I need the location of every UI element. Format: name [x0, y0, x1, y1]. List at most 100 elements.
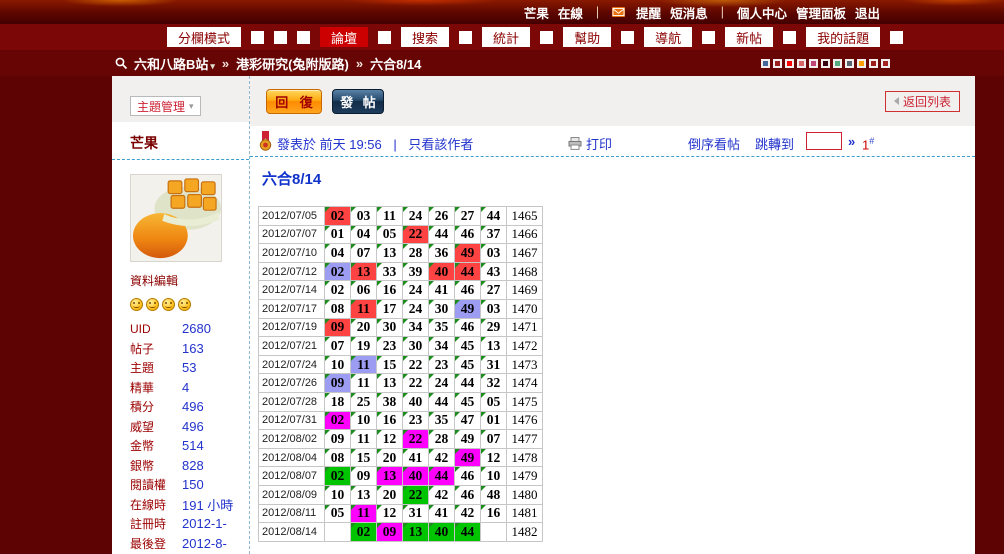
- stat-label: 帖子: [130, 340, 182, 357]
- stat-value: 514: [182, 438, 204, 453]
- topbar-logout-link[interactable]: 退出: [855, 3, 880, 22]
- number-cell: 11: [351, 504, 377, 523]
- number-cell: 42: [455, 504, 481, 523]
- post-meta-row: 發表於 前天 19:56 | 只看該作者 打印 倒序看帖 跳轉到 » 1#: [250, 126, 975, 157]
- stat-value: 2012-8-: [182, 536, 227, 551]
- issue-cell: 1476: [507, 411, 543, 430]
- chevron-down-icon: ▾: [210, 61, 215, 71]
- stat-label: 精華: [130, 379, 182, 396]
- number-cell: 30: [377, 318, 403, 337]
- new-post-button[interactable]: 發 帖: [332, 89, 384, 114]
- number-cell: 03: [481, 299, 507, 318]
- style-square[interactable]: [773, 59, 782, 68]
- number-cell: 09: [377, 523, 403, 542]
- issue-cell: 1481: [507, 504, 543, 523]
- nav-spacer-square[interactable]: [621, 31, 634, 44]
- breadcrumb-forum-link[interactable]: 港彩研究(兔附版路): [236, 54, 349, 73]
- style-square[interactable]: [833, 59, 842, 68]
- profile-stat-row: 閱讀權150: [130, 475, 249, 495]
- thread-manage-dropdown[interactable]: 主題管理 ▾: [130, 96, 201, 116]
- nav-spacer-square[interactable]: [890, 31, 903, 44]
- topbar-profile-link[interactable]: 個人中心: [737, 3, 787, 22]
- style-square[interactable]: [761, 59, 770, 68]
- table-row: 2012/08/1402091340441482: [259, 523, 543, 542]
- nav-spacer-square[interactable]: [274, 31, 287, 44]
- number-cell: 16: [377, 281, 403, 300]
- nav-bar-items: 分欄模式 論壇 搜索 統計 幫助 導航 新帖 我的話題: [0, 24, 1004, 50]
- nav-item-幫助[interactable]: 幫助: [563, 27, 611, 47]
- jump-go-arrow[interactable]: »: [848, 134, 855, 149]
- number-cell: 13: [351, 262, 377, 281]
- style-square[interactable]: [857, 59, 866, 68]
- stat-label: UID: [130, 322, 182, 336]
- date-cell: 2012/08/04: [259, 448, 325, 467]
- nav-item-統計[interactable]: 統計: [482, 27, 530, 47]
- content-frame: 主題管理 ▾ 芒果 資料編輯: [112, 76, 975, 554]
- number-cell: 10: [351, 411, 377, 430]
- topbar-username[interactable]: 芒果: [524, 3, 549, 22]
- results-table-body: 2012/07/050203112426274414652012/07/0701…: [259, 207, 543, 542]
- nav-item-搜索[interactable]: 搜索: [401, 27, 449, 47]
- number-cell: 01: [325, 225, 351, 244]
- number-cell: 44: [429, 467, 455, 486]
- nav-spacer-square[interactable]: [540, 31, 553, 44]
- number-cell: 17: [377, 299, 403, 318]
- issue-cell: 1479: [507, 467, 543, 486]
- back-to-list-button[interactable]: 返回列表: [885, 91, 960, 112]
- number-cell: 20: [351, 318, 377, 337]
- issue-cell: 1477: [507, 430, 543, 449]
- style-square[interactable]: [797, 59, 806, 68]
- number-cell: 05: [325, 504, 351, 523]
- jump-to-input[interactable]: [806, 132, 842, 150]
- table-row: 2012/07/10040713283649031467: [259, 244, 543, 263]
- number-cell: 41: [429, 504, 455, 523]
- nav-spacer-square[interactable]: [297, 31, 310, 44]
- stat-value: 2680: [182, 321, 211, 336]
- nav-item-分欄模式[interactable]: 分欄模式: [167, 27, 241, 47]
- nav-item-我的話題[interactable]: 我的話題: [806, 27, 880, 47]
- style-square[interactable]: [845, 59, 854, 68]
- number-cell: 12: [377, 430, 403, 449]
- number-cell: 16: [481, 504, 507, 523]
- edit-profile-link[interactable]: 資料編輯: [130, 272, 249, 289]
- nav-item-論壇[interactable]: 論壇: [320, 27, 368, 47]
- style-square[interactable]: [785, 59, 794, 68]
- topbar-alerts-link[interactable]: 提醒: [636, 3, 661, 22]
- nav-item-導航[interactable]: 導航: [644, 27, 692, 47]
- style-square[interactable]: [869, 59, 878, 68]
- number-cell: 07: [481, 430, 507, 449]
- number-cell: 24: [429, 374, 455, 393]
- post-meta-text: 發表於 前天 19:56 | 只看該作者: [277, 134, 473, 153]
- issue-cell: 1469: [507, 281, 543, 300]
- number-cell: 13: [377, 244, 403, 263]
- nav-spacer-square[interactable]: [783, 31, 796, 44]
- nav-spacer-square[interactable]: [459, 31, 472, 44]
- number-cell: 10: [481, 467, 507, 486]
- style-square[interactable]: [821, 59, 830, 68]
- reply-button[interactable]: 回 復: [266, 89, 322, 114]
- avatar[interactable]: [130, 174, 222, 262]
- topbar-messages-link[interactable]: 短消息: [670, 3, 708, 22]
- number-cell: 20: [377, 448, 403, 467]
- topbar-admin-link[interactable]: 管理面板: [796, 3, 846, 22]
- only-author-link[interactable]: 只看該作者: [408, 137, 473, 152]
- author-username[interactable]: 芒果: [130, 133, 249, 153]
- number-cell: 07: [351, 244, 377, 263]
- post-title: 六合8/14: [262, 168, 975, 189]
- nav-spacer-square[interactable]: [251, 31, 264, 44]
- table-row: 2012/07/12021333394044431468: [259, 262, 543, 281]
- number-cell: 26: [429, 207, 455, 226]
- nav-spacer-square[interactable]: [702, 31, 715, 44]
- table-row: 2012/07/28182538404445051475: [259, 392, 543, 411]
- style-square[interactable]: [881, 59, 890, 68]
- number-cell: 08: [325, 448, 351, 467]
- date-cell: 2012/07/19: [259, 318, 325, 337]
- breadcrumb-site-link[interactable]: 六和八路B站▾: [134, 54, 215, 73]
- nav-spacer-square[interactable]: [378, 31, 391, 44]
- style-square[interactable]: [809, 59, 818, 68]
- print-link[interactable]: 打印: [568, 134, 612, 153]
- reverse-order-link[interactable]: 倒序看帖: [688, 134, 740, 153]
- nav-item-新帖[interactable]: 新帖: [725, 27, 773, 47]
- results-table: 2012/07/050203112426274414652012/07/0701…: [258, 206, 543, 542]
- number-cell: 31: [403, 504, 429, 523]
